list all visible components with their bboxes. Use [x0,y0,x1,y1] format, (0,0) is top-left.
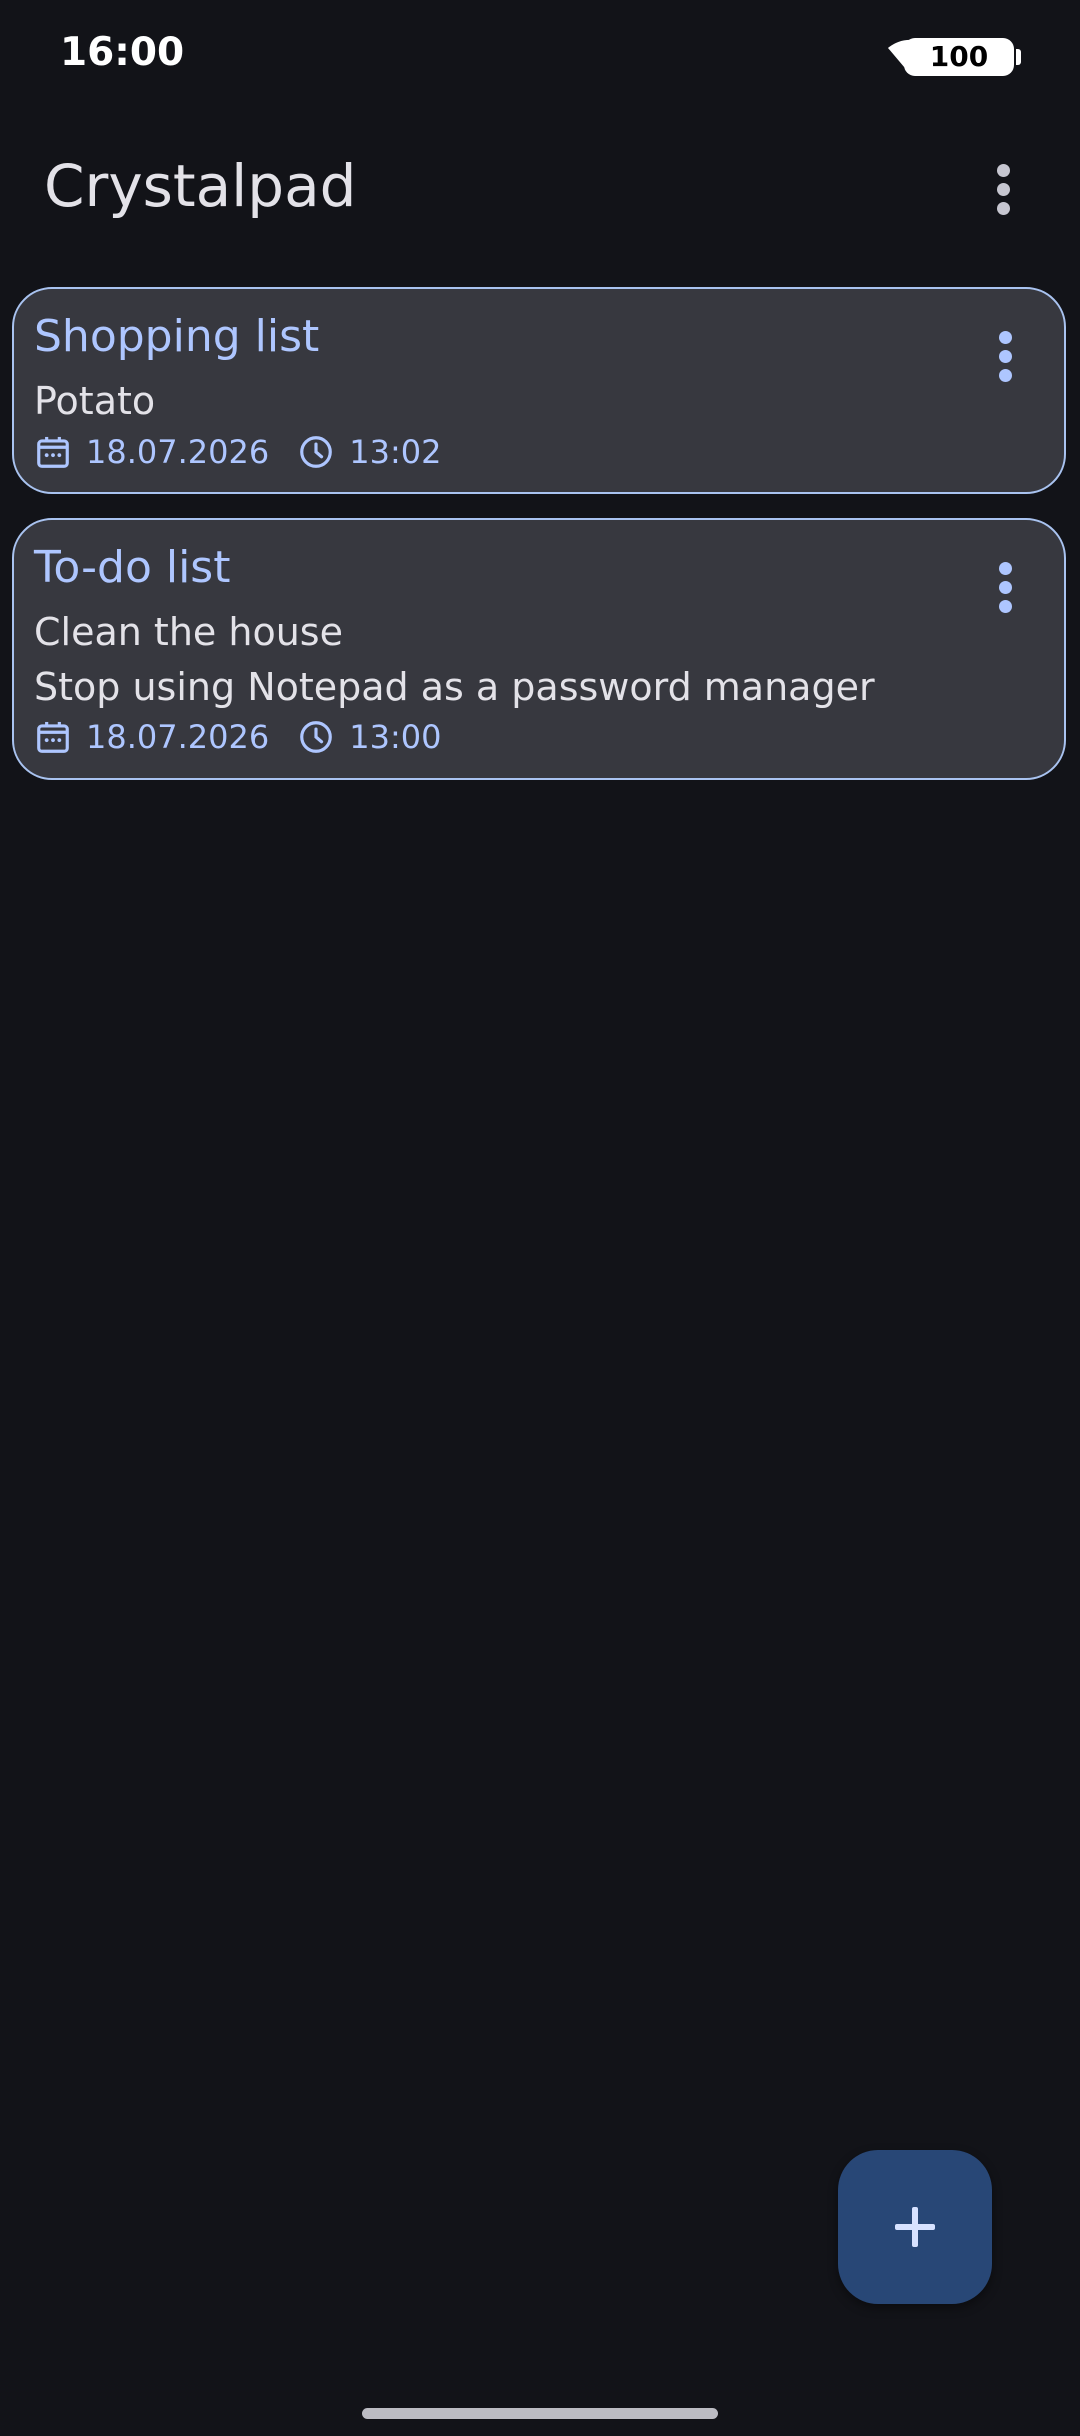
note-card[interactable]: Shopping list Potato 18.07.2026 13:02 [12,287,1066,494]
clock-icon [300,436,333,468]
app-title: Crystalpad [44,152,357,220]
calendar-icon [37,721,69,753]
note-date: 18.07.2026 [86,718,270,756]
plus-icon [895,2207,935,2247]
note-title: Shopping list [34,311,320,362]
note-line: Stop using Notepad as a password manager [34,665,875,709]
more-vert-icon[interactable] [994,160,1014,220]
app-bar: Crystalpad [0,116,1080,266]
note-time: 13:00 [349,718,442,756]
status-bar: 16:00 100 [0,0,1080,116]
clock-icon [300,721,333,753]
calendar-icon [37,436,69,468]
note-meta: 18.07.2026 13:02 [34,431,441,473]
battery-level: 100 [904,38,1014,76]
note-meta: 18.07.2026 13:00 [34,716,441,758]
more-vert-icon[interactable] [996,558,1016,618]
status-time: 16:00 [60,30,185,75]
note-line: Potato [34,379,156,423]
add-note-button[interactable] [838,2150,992,2304]
more-vert-icon[interactable] [996,327,1016,387]
home-indicator[interactable] [362,2408,718,2419]
note-card[interactable]: To-do list Clean the house Stop using No… [12,518,1066,780]
note-line: Clean the house [34,610,343,654]
note-title: To-do list [34,542,231,593]
note-time: 13:02 [349,433,442,471]
note-date: 18.07.2026 [86,433,270,471]
battery-indicator: 100 [904,38,1021,78]
battery-tip [1016,49,1021,65]
